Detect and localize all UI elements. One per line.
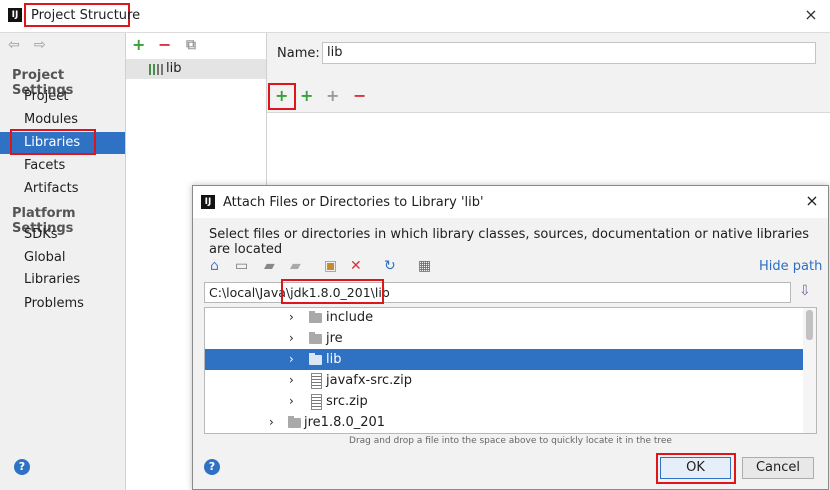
- cancel-button[interactable]: Cancel: [742, 457, 814, 479]
- library-item-label: lib: [166, 61, 182, 76]
- intellij-logo-icon: IJ: [8, 8, 22, 22]
- dialog-title-bar: IJ Attach Files or Directories to Librar…: [193, 186, 828, 218]
- new-folder-icon[interactable]: ▰: [264, 259, 275, 273]
- folder-icon: [288, 416, 301, 428]
- project-folder-icon[interactable]: ▰: [290, 259, 301, 273]
- sidebar-item-modules[interactable]: Modules: [0, 109, 125, 131]
- title-bar: IJ Project Structure ×: [0, 0, 830, 33]
- settings-sidebar: ⇦ ⇨ Project Settings Project Modules Lib…: [0, 33, 126, 490]
- zip-archive-icon: [311, 394, 322, 410]
- tree-row-src-zip[interactable]: › src.zip: [205, 391, 803, 412]
- sidebar-item-project[interactable]: Project: [0, 86, 125, 108]
- chevron-right-icon[interactable]: ›: [289, 370, 294, 391]
- window-title: Project Structure: [31, 8, 141, 23]
- help-icon[interactable]: ?: [14, 459, 30, 475]
- back-arrow-icon[interactable]: ⇦: [8, 37, 20, 53]
- chevron-right-icon[interactable]: ›: [289, 308, 294, 328]
- dialog-help-icon[interactable]: ?: [204, 459, 220, 475]
- home-icon[interactable]: ⌂: [210, 259, 219, 273]
- add-library-icon[interactable]: +: [132, 37, 145, 53]
- tree-row-javafx-src-zip[interactable]: › javafx-src.zip: [205, 370, 803, 391]
- library-list-item[interactable]: lib: [126, 59, 266, 79]
- chevron-right-icon[interactable]: ›: [289, 391, 294, 412]
- folder-icon: [309, 353, 322, 365]
- refresh-icon[interactable]: ↻: [384, 259, 396, 273]
- sidebar-item-artifacts[interactable]: Artifacts: [0, 178, 125, 200]
- highlight-box-path: [281, 279, 384, 304]
- tree-row-jre1-8-0-201[interactable]: › jre1.8.0_201: [205, 412, 803, 433]
- highlight-box-libraries: [10, 129, 96, 155]
- tree-scrollbar-thumb[interactable]: [806, 310, 813, 340]
- copy-library-icon[interactable]: ⧉: [186, 37, 196, 53]
- library-icon: [149, 64, 163, 75]
- close-icon[interactable]: ×: [802, 6, 820, 24]
- toggle-hidden-icon[interactable]: ▦: [418, 259, 431, 273]
- delete-icon[interactable]: ✕: [350, 259, 362, 273]
- zip-archive-icon: [311, 373, 322, 389]
- library-name-input[interactable]: lib: [322, 42, 816, 64]
- library-roots-toolbar: + + + −: [267, 80, 830, 113]
- add-root-icon[interactable]: +: [275, 88, 288, 104]
- attach-files-dialog: IJ Attach Files or Directories to Librar…: [192, 185, 829, 490]
- tree-item-label: jre1.8.0_201: [304, 415, 386, 430]
- sidebar-item-problems[interactable]: Problems: [0, 293, 125, 315]
- hide-path-link[interactable]: Hide path: [759, 259, 822, 274]
- sidebar-item-facets[interactable]: Facets: [0, 155, 125, 177]
- tree-row-lib[interactable]: › lib: [205, 349, 803, 370]
- remove-root-icon[interactable]: −: [353, 88, 366, 104]
- tree-row-jre[interactable]: › jre: [205, 328, 803, 349]
- remove-library-icon[interactable]: −: [158, 37, 171, 53]
- forward-arrow-icon[interactable]: ⇨: [34, 37, 46, 53]
- drag-drop-hint: Drag and drop a file into the space abov…: [349, 436, 672, 446]
- module-folder-icon[interactable]: ▣: [324, 259, 337, 273]
- desktop-icon[interactable]: ▭: [235, 259, 248, 273]
- ok-button[interactable]: OK: [660, 457, 731, 479]
- folder-icon: [309, 332, 322, 344]
- dialog-close-icon[interactable]: ×: [803, 192, 821, 210]
- folder-icon: [309, 311, 322, 323]
- sidebar-item-sdks[interactable]: SDKs: [0, 224, 125, 246]
- tree-item-label: javafx-src.zip: [326, 373, 412, 388]
- add-special-root-icon[interactable]: +: [300, 88, 313, 104]
- tree-item-label: src.zip: [326, 394, 368, 409]
- path-history-icon[interactable]: ⇩: [799, 283, 815, 301]
- chevron-right-icon[interactable]: ›: [289, 349, 294, 370]
- sidebar-item-global-libraries[interactable]: Global Libraries: [0, 247, 125, 287]
- tree-item-label: lib: [326, 352, 342, 367]
- tree-row-include[interactable]: › include: [205, 308, 803, 328]
- tree-item-label: jre: [326, 331, 343, 346]
- intellij-logo-icon: IJ: [201, 195, 215, 209]
- add-alt-root-icon[interactable]: +: [326, 88, 339, 104]
- dialog-title: Attach Files or Directories to Library '…: [223, 195, 484, 210]
- dialog-description: Select files or directories in which lib…: [209, 227, 810, 257]
- chevron-right-icon[interactable]: ›: [269, 412, 274, 433]
- name-label: Name:: [277, 46, 320, 61]
- tree-item-label: include: [326, 310, 374, 325]
- chevron-right-icon[interactable]: ›: [289, 328, 294, 349]
- file-tree: › include › jre › lib › javafx-src.zip ›…: [204, 307, 817, 434]
